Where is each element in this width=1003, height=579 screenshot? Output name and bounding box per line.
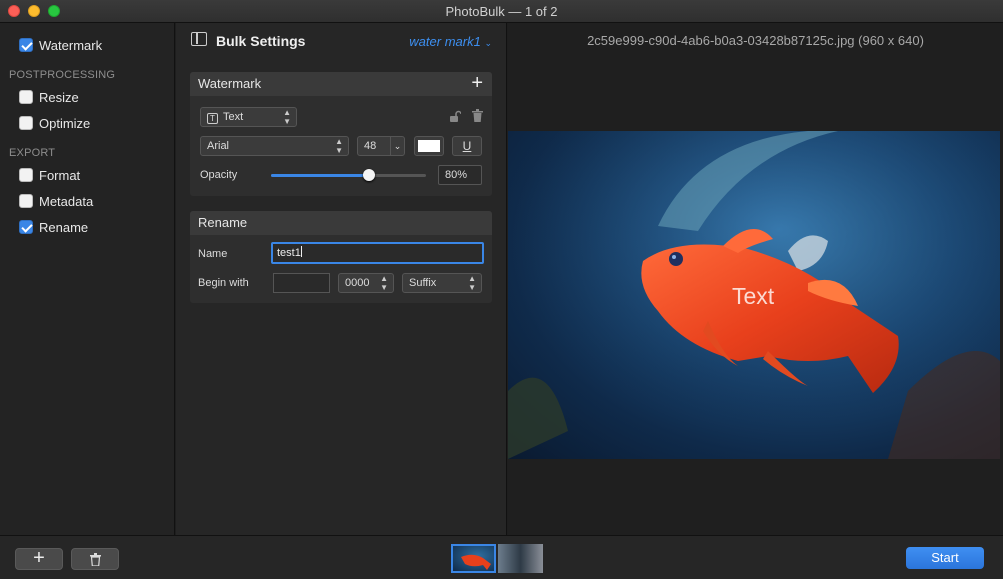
panel-title: Bulk Settings	[216, 33, 306, 49]
fish-thumbnail-illustration	[461, 554, 491, 570]
add-images-button[interactable]: +	[15, 548, 63, 570]
stepper-icon: ▲ ▼	[380, 274, 388, 292]
sidebar-item-label: Resize	[39, 89, 79, 105]
rename-checkbox[interactable]	[19, 220, 33, 234]
sidebar-item-format[interactable]: Format	[19, 166, 80, 184]
begin-with-label: Begin with	[198, 277, 249, 289]
format-checkbox[interactable]	[19, 168, 33, 182]
chevron-down-icon: ⌄	[484, 38, 492, 48]
font-family-select[interactable]: Arial ▲ ▼	[200, 136, 349, 156]
watermark-preview-text: Text	[732, 283, 775, 309]
sidebar-item-label: Metadata	[39, 193, 94, 209]
sidebar-item-label: Rename	[39, 219, 89, 235]
counter-format-value: 0000	[345, 277, 370, 289]
sidebar-item-optimize[interactable]: Optimize	[19, 114, 90, 132]
start-button[interactable]: Start	[906, 547, 984, 569]
settings-panel: Bulk Settings water mark1 ⌄ Watermark + …	[176, 23, 507, 535]
stepper-icon: ▲ ▼	[283, 108, 291, 126]
window-title: PhotoBulk — 1 of 2	[445, 4, 558, 19]
color-swatch	[418, 140, 440, 152]
sidebar-item-metadata[interactable]: Metadata	[19, 192, 93, 210]
preview-image: Text	[508, 131, 1000, 459]
rename-group: Rename Name test1 Begin with 0000 ▲ ▼ Suf…	[190, 211, 492, 303]
preset-dropdown[interactable]: water mark1 ⌄	[409, 34, 492, 49]
plus-icon: +	[33, 547, 45, 569]
file-name-label: 2c59e999-c90d-4ab6-b0a3-03428b87125c.jpg…	[587, 33, 924, 48]
section-header-postprocessing: POSTPROCESSING	[9, 69, 116, 81]
text-type-icon: T	[207, 113, 218, 124]
watermark-group: Watermark + T Text ▲ ▼ Arial ▲ ▼ 48 ⌄ U …	[190, 72, 492, 196]
trash-icon[interactable]	[472, 109, 483, 122]
sidebar-item-watermark[interactable]: Watermark	[19, 36, 102, 54]
title-bar: PhotoBulk — 1 of 2	[0, 0, 1003, 23]
watermark-type-select[interactable]: T Text ▲ ▼	[200, 107, 297, 127]
name-label: Name	[198, 248, 228, 260]
watermark-type-value: Text	[223, 111, 244, 123]
stepper-icon: ▲ ▼	[468, 274, 476, 292]
sidebar-item-label: Watermark	[39, 37, 103, 53]
group-title: Rename	[198, 215, 248, 230]
optimize-checkbox[interactable]	[19, 116, 33, 130]
font-family-value: Arial	[207, 140, 230, 152]
stepper-icon: ▲ ▼	[335, 137, 343, 155]
counter-position-value: Suffix	[409, 277, 437, 289]
underline-icon[interactable]: U	[452, 136, 482, 156]
counter-format-select[interactable]: 0000 ▲ ▼	[338, 273, 394, 293]
metadata-checkbox[interactable]	[19, 194, 33, 208]
add-watermark-button[interactable]: +	[471, 72, 483, 94]
opacity-slider-knob[interactable]	[363, 169, 375, 181]
text-cursor	[300, 246, 302, 257]
watermark-group-header: Watermark +	[190, 72, 492, 96]
name-input[interactable]: test1	[271, 242, 484, 264]
rename-group-header: Rename	[190, 211, 492, 235]
thumbnail-2[interactable]	[498, 544, 543, 573]
sidebar-item-label: Optimize	[39, 115, 91, 131]
preview-pane: 2c59e999-c90d-4ab6-b0a3-03428b87125c.jpg…	[508, 23, 1003, 535]
sidebar-item-label: Format	[39, 167, 81, 183]
sidebar-item-rename[interactable]: Rename	[19, 218, 88, 236]
thumbnail-1[interactable]	[451, 544, 496, 573]
section-header-export: EXPORT	[9, 147, 56, 159]
sidebar-item-resize[interactable]: Resize	[19, 88, 79, 106]
watermark-checkbox[interactable]	[19, 38, 33, 52]
trash-icon	[89, 553, 101, 567]
name-input-value: test1	[277, 247, 301, 259]
bottom-bar: + Start	[0, 535, 1003, 579]
opacity-slider[interactable]	[271, 169, 426, 181]
color-well[interactable]	[414, 136, 444, 156]
chevron-down-icon[interactable]: ⌄	[390, 137, 404, 155]
begin-with-field[interactable]	[273, 273, 330, 293]
counter-position-select[interactable]: Suffix ▲ ▼	[402, 273, 482, 293]
opacity-value-field[interactable]: 80%	[438, 165, 482, 185]
remove-images-button[interactable]	[71, 548, 119, 570]
font-size-combo[interactable]: 48 ⌄	[357, 136, 405, 156]
preset-label: water mark1	[409, 34, 481, 49]
opacity-label: Opacity	[200, 169, 238, 181]
unlock-icon[interactable]	[449, 110, 461, 123]
group-title: Watermark	[198, 76, 262, 91]
sidebar: Watermark POSTPROCESSING Resize Optimize…	[0, 23, 175, 535]
opacity-slider-fill	[271, 174, 369, 177]
resize-checkbox[interactable]	[19, 90, 33, 104]
photobulk-window: PhotoBulk — 1 of 2 Watermark POSTPROCESS…	[0, 0, 1003, 579]
sidebar-toggle-icon[interactable]	[191, 32, 207, 46]
font-size-value: 48	[364, 140, 377, 152]
